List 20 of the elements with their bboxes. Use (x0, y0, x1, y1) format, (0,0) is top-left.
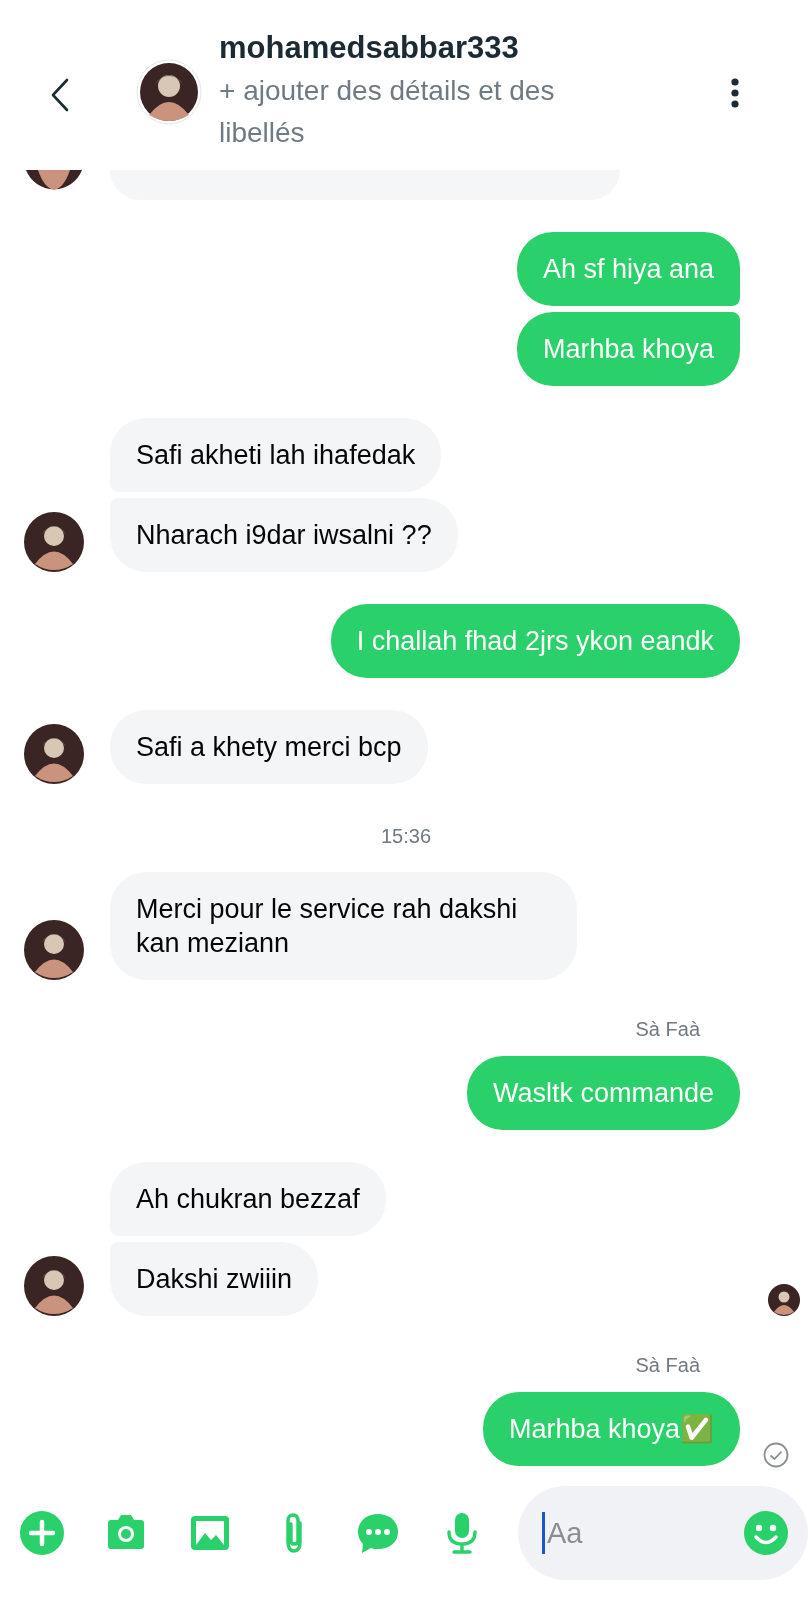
message-bubble[interactable]: Dakshi zwiiin (110, 1242, 319, 1316)
avatar[interactable] (24, 724, 84, 784)
sender-name: Sà Faà (635, 1017, 700, 1042)
message-bubble[interactable]: Nharach i9dar iwsalni ?? (110, 498, 458, 572)
message-bubble[interactable]: Ah chukran bezzaf (110, 1162, 386, 1236)
message-bubble[interactable]: Safi akheti lah ihafedak (110, 418, 442, 492)
sender-name: Sà Faà (635, 1353, 700, 1378)
back-icon[interactable] (50, 78, 70, 112)
message-bubble[interactable]: Safi a khety merci bcp (110, 710, 428, 784)
timestamp: 15:36 (380, 824, 432, 849)
avatar[interactable] (136, 59, 202, 125)
message-bubble[interactable]: Merci pour le service rah dakshi kan meziann (110, 872, 577, 980)
contact-name: mohamedsabbar333 (219, 29, 520, 67)
avatar[interactable] (24, 920, 84, 980)
avatar[interactable] (24, 512, 84, 572)
avatar[interactable] (24, 1256, 84, 1316)
message-input[interactable]: Aa (545, 1516, 744, 1550)
add-details-link[interactable]: + ajouter des détails et des libellés (219, 70, 639, 154)
text-cursor (542, 1512, 545, 1554)
more-options-icon[interactable] (730, 78, 740, 108)
